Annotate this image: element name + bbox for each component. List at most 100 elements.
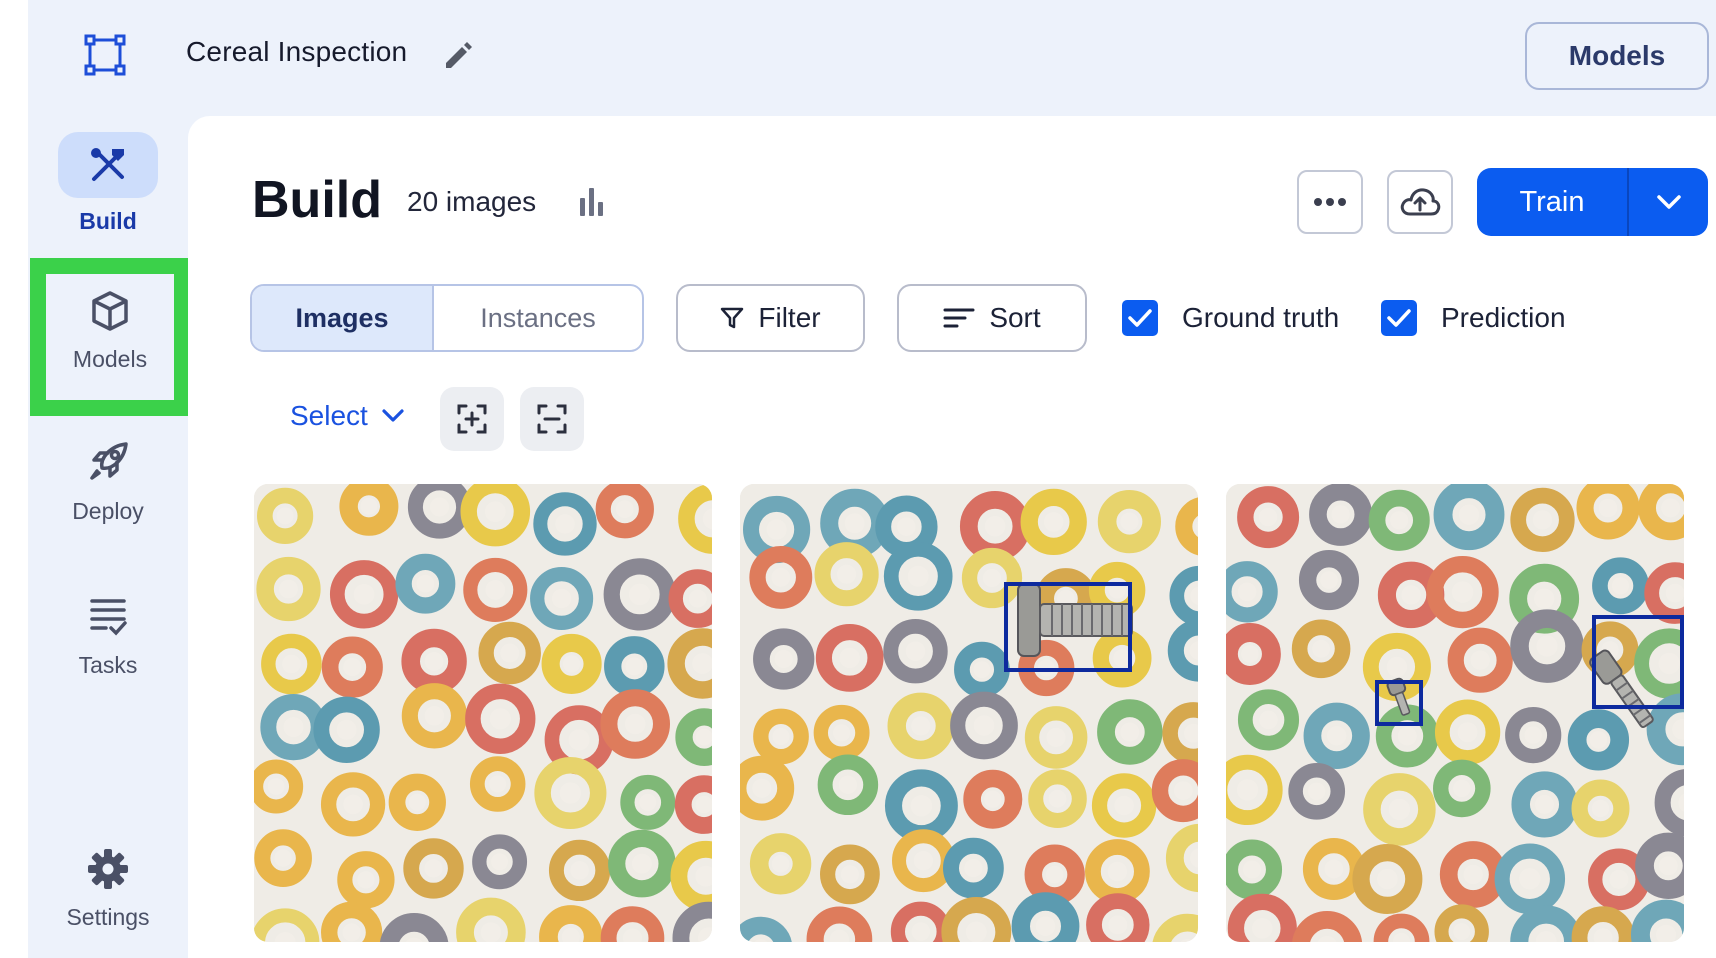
cereal-loop-hole xyxy=(1048,789,1067,808)
image-thumbnail[interactable] xyxy=(254,484,712,942)
sidebar-item-settings[interactable]: Settings xyxy=(28,848,188,931)
cereal-loop-hole xyxy=(973,715,995,736)
cereal-loop-hole xyxy=(1524,726,1542,744)
cereal-loop-hole xyxy=(766,519,787,540)
train-button-label[interactable]: Train xyxy=(1477,168,1627,236)
cereal-loop-hole xyxy=(357,871,375,889)
cereal-loop-hole xyxy=(424,652,444,671)
cereal-loop-hole xyxy=(631,853,652,874)
cereal-loop-hole xyxy=(905,641,926,661)
tab-images[interactable]: Images xyxy=(252,286,434,350)
cereal-loop-hole xyxy=(416,574,435,593)
ground-truth-checkbox[interactable] xyxy=(1122,300,1158,336)
prediction-checkbox[interactable] xyxy=(1381,300,1417,336)
add-box-button[interactable] xyxy=(440,387,504,451)
cereal-loop-hole xyxy=(360,497,378,515)
cereal-loop-hole xyxy=(1324,859,1344,879)
cereal-loop-hole xyxy=(279,579,298,599)
checkmark-icon xyxy=(1128,309,1152,327)
image-thumbnail[interactable] xyxy=(1226,484,1684,942)
cereal-loop-hole xyxy=(1308,782,1326,800)
cereal-loop-hole xyxy=(1108,915,1128,935)
cereal-loop-hole xyxy=(1259,710,1278,730)
cereal-loop-hole xyxy=(1114,795,1134,816)
upload-button[interactable] xyxy=(1387,170,1453,234)
prediction-label[interactable]: Prediction xyxy=(1441,302,1566,334)
pencil-icon[interactable] xyxy=(441,38,475,72)
cereal-loop-hole xyxy=(1535,794,1554,814)
train-button[interactable]: Train xyxy=(1477,168,1708,236)
cereal-loop-hole xyxy=(1463,864,1483,885)
cereal-loop-hole xyxy=(1045,865,1064,884)
left-margin xyxy=(0,0,28,958)
more-options-button[interactable] xyxy=(1297,170,1363,234)
cereal-loop-hole xyxy=(1457,722,1478,743)
train-options-dropdown[interactable] xyxy=(1629,168,1708,236)
cereal-loop-hole xyxy=(1519,868,1541,890)
cereal-loop-hole xyxy=(424,859,443,878)
cereal-loop-hole xyxy=(1241,645,1259,663)
cereal-loop-hole xyxy=(840,865,859,884)
sidebar-item-build[interactable]: Build xyxy=(28,130,188,235)
cloud-upload-icon xyxy=(1400,188,1441,216)
cereal-loop-hole xyxy=(489,775,507,793)
filter-button[interactable]: Filter xyxy=(676,284,865,352)
cereal-loop-hole xyxy=(568,729,590,751)
filter-icon xyxy=(721,307,744,329)
box-remove-icon xyxy=(537,404,567,434)
cereal-loop-hole xyxy=(1458,504,1480,525)
ground-truth-label[interactable]: Ground truth xyxy=(1182,302,1339,334)
cereal-loop-hole xyxy=(1377,868,1398,890)
bar-chart-icon[interactable] xyxy=(578,186,610,218)
app-logo-icon[interactable] xyxy=(84,34,126,76)
cereal-loop-hole xyxy=(336,719,357,740)
models-header-button[interactable]: Models xyxy=(1525,22,1709,90)
cereal-loop-hole xyxy=(838,775,858,794)
cereal-loop-hole xyxy=(276,507,294,525)
cereal-loop-hole xyxy=(342,923,361,942)
cereal-loop-hole xyxy=(1386,656,1408,678)
image-thumbnail[interactable] xyxy=(740,484,1198,942)
cereal-loop-hole xyxy=(429,497,450,517)
select-label: Select xyxy=(290,400,368,431)
sidebar-item-deploy[interactable]: Deploy xyxy=(28,440,188,525)
cereal-loop-hole xyxy=(1120,512,1139,531)
cereal-loop-hole xyxy=(913,851,934,871)
cereal-loop-hole xyxy=(551,588,572,609)
cereal-loop-hole xyxy=(615,500,634,519)
cereal-loop-hole xyxy=(771,568,791,587)
cereal-loop-hole xyxy=(688,589,707,608)
cereal-loop-hole xyxy=(1320,571,1338,589)
remove-box-button[interactable] xyxy=(520,387,584,451)
cereal-loop-hole xyxy=(897,517,916,536)
cereal-loop-hole xyxy=(771,855,790,873)
cereal-loop-hole xyxy=(1237,582,1257,602)
cereal-loop-hole xyxy=(1043,512,1064,532)
sidebar-item-models[interactable]: Models xyxy=(30,258,190,416)
more-horizontal-icon xyxy=(1314,198,1346,206)
image-count: 20 images xyxy=(407,186,537,217)
cereal-texture xyxy=(740,484,1198,942)
cereal-image xyxy=(254,484,712,942)
filter-label: Filter xyxy=(758,302,821,333)
cereal-loop-hole xyxy=(628,583,651,606)
sidebar-item-tasks[interactable]: Tasks xyxy=(28,596,188,679)
sort-button[interactable]: Sort xyxy=(897,284,1087,352)
tasks-list-icon xyxy=(90,599,127,636)
cereal-loop-hole xyxy=(625,657,644,676)
cereal-loop-hole xyxy=(282,654,301,674)
cereal-loop-hole xyxy=(695,795,712,814)
chevron-down-icon xyxy=(382,409,404,422)
cereal-loop-hole xyxy=(984,790,1002,808)
tab-instances[interactable]: Instances xyxy=(434,286,642,350)
cereal-loop-hole xyxy=(408,793,426,811)
checkmark-icon xyxy=(1387,309,1411,327)
cereal-image xyxy=(740,484,1198,942)
select-dropdown[interactable]: Select xyxy=(290,400,404,432)
cereal-loop-hole xyxy=(1312,639,1330,658)
tools-icon xyxy=(91,148,124,181)
cereal-loop-hole xyxy=(489,708,511,730)
cereal-loop-hole xyxy=(907,565,929,587)
cereal-loop-hole xyxy=(695,728,712,746)
sidebar-item-label: Build xyxy=(79,208,137,234)
